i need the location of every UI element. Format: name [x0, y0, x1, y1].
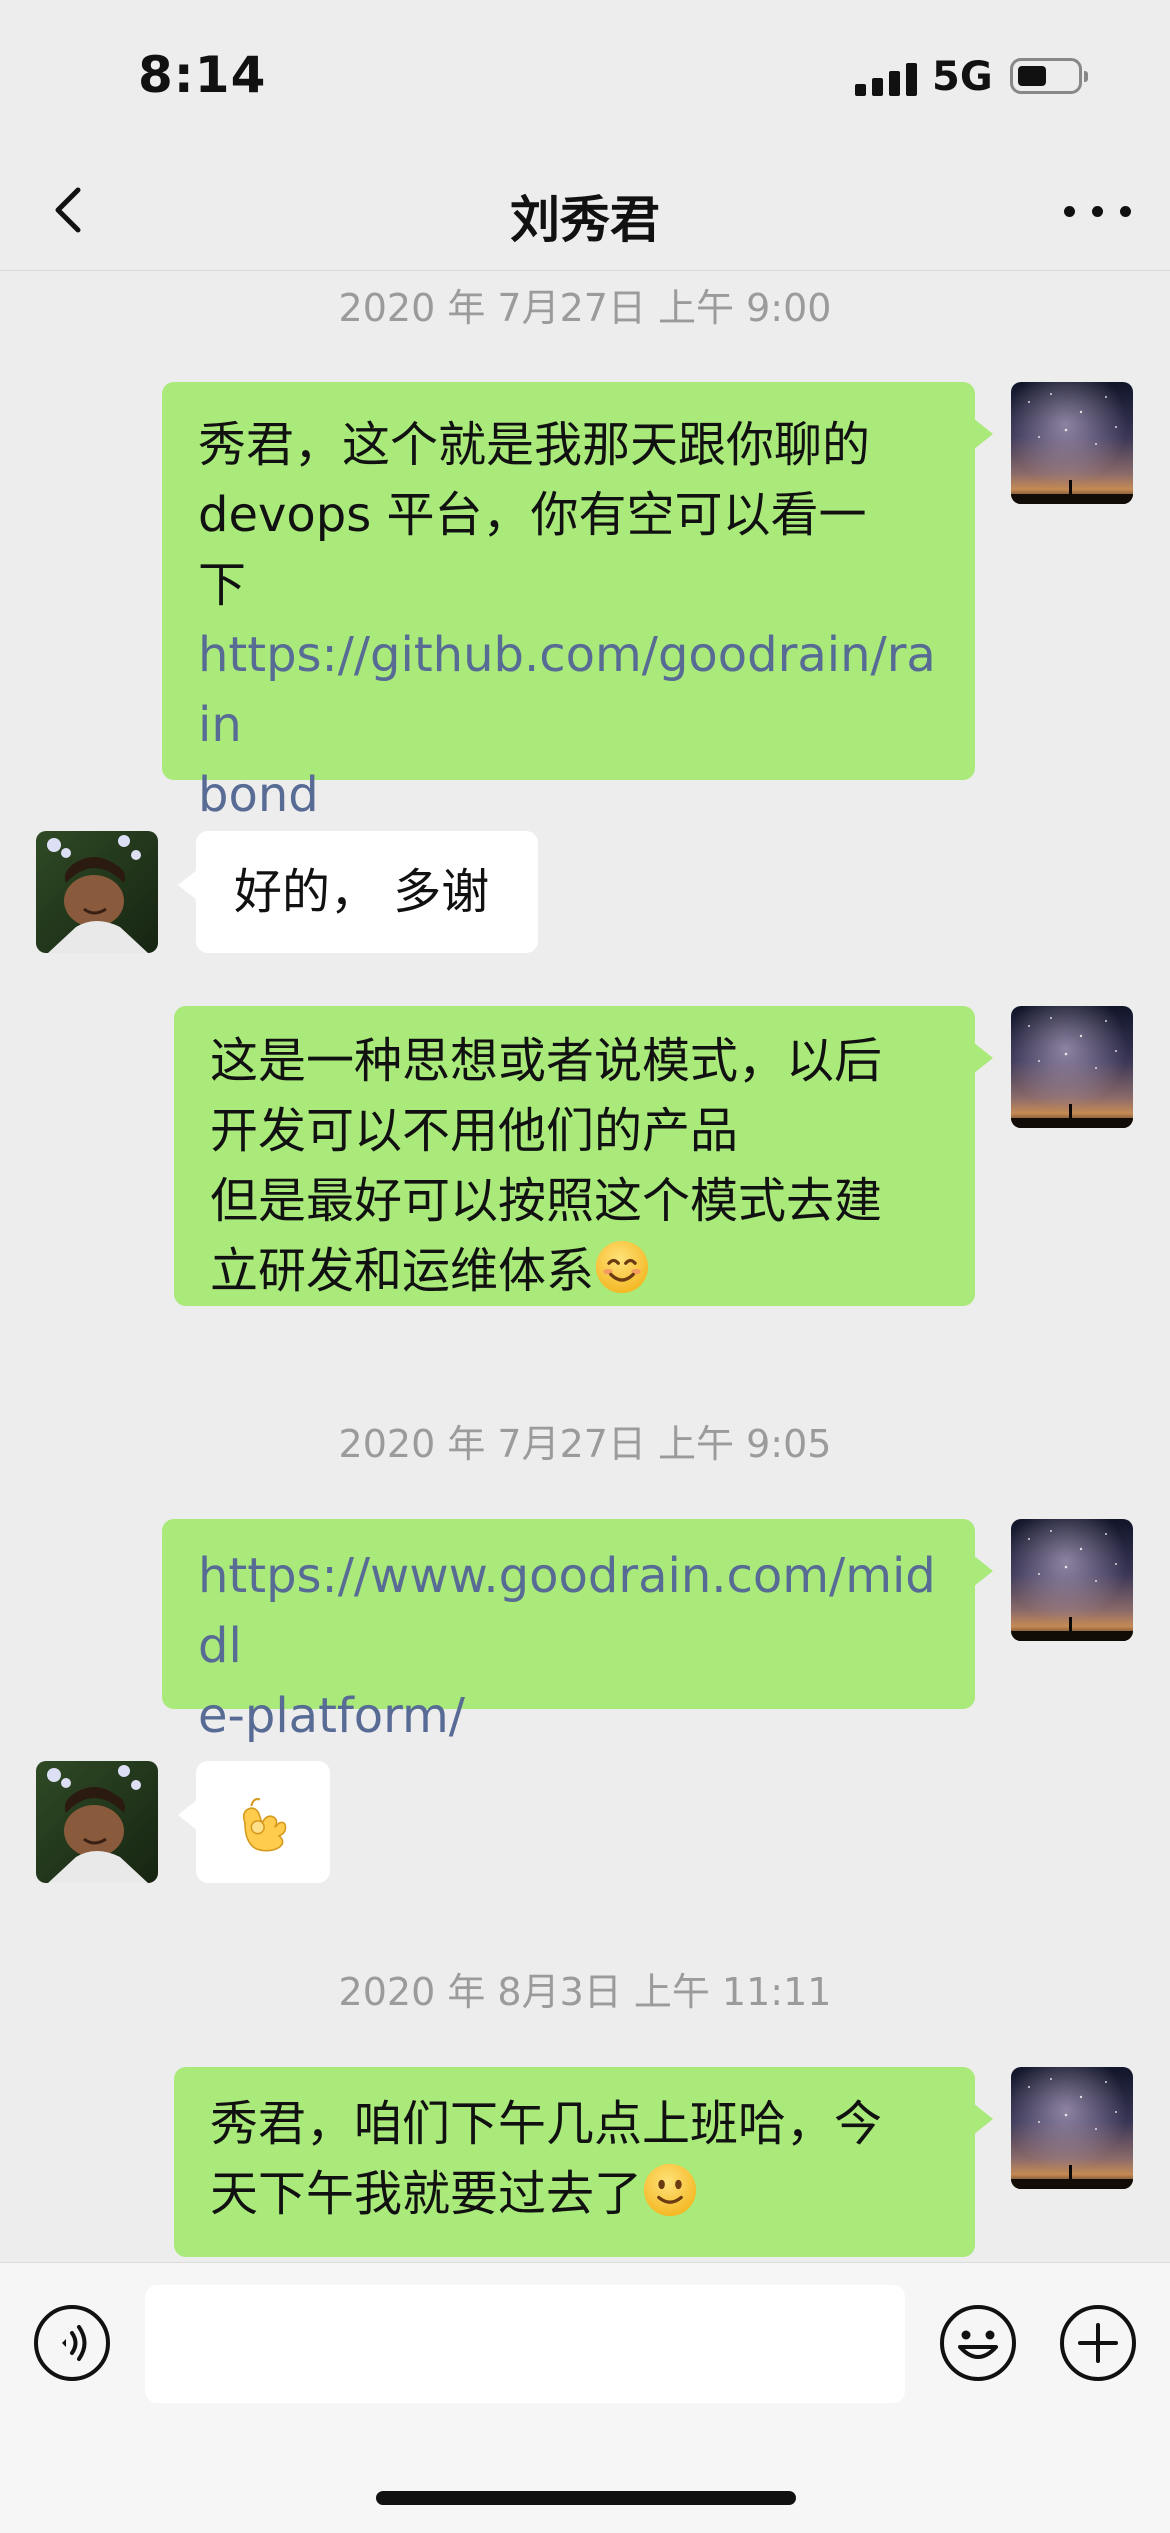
message-text-line: 秀君，咱们下午几点上班哈，今: [210, 2096, 883, 2152]
message-link[interactable]: bond: [198, 760, 937, 830]
plus-icon: [1060, 2305, 1136, 2381]
avatar[interactable]: [1011, 2067, 1133, 2189]
emoji-button[interactable]: [938, 2303, 1018, 2383]
timestamp: 2020 年 7月27日 上午 9:05: [338, 1422, 832, 1466]
message-text-line: devops 平台，你有空可以看一: [198, 487, 867, 543]
signal-icon: [855, 62, 917, 96]
voice-icon: [34, 2305, 110, 2381]
message-input[interactable]: [145, 2285, 905, 2403]
message-text-line: 天下午我就要过去了: [210, 2166, 643, 2222]
chat-history[interactable]: 2020 年 7月27日 上午 9:00 秀君，这个就是我那天跟你聊的 devo…: [0, 271, 1170, 2261]
message-link[interactable]: https://www.goodrain.com/middl: [198, 1541, 937, 1681]
message-text-line: 开发可以不用他们的产品: [210, 1103, 739, 1159]
ok-hand-emoji: [242, 1798, 287, 1852]
more-button[interactable]: [1058, 180, 1138, 240]
input-bar: [0, 2262, 1170, 2533]
message-bubble[interactable]: 这是一种思想或者说模式，以后 开发可以不用他们的产品 但是最好可以按照这个模式去…: [174, 1006, 993, 1306]
message-bubble[interactable]: 秀君，这个就是我那天跟你聊的 devops 平台，你有空可以看一 下 https…: [162, 382, 993, 823]
message-bubble[interactable]: 好的， 多谢: [178, 831, 538, 953]
avatar[interactable]: [36, 1761, 158, 1883]
message-text-line: 秀君，这个就是我那天跟你聊的: [198, 417, 871, 473]
timestamp: 2020 年 8月3日 上午 11:11: [338, 1970, 832, 2014]
add-button[interactable]: [1058, 2303, 1138, 2383]
avatar[interactable]: [1011, 1006, 1133, 1128]
message-text-line: 但是最好可以按照这个模式去建: [210, 1173, 883, 1229]
message-bubble[interactable]: 秀君，咱们下午几点上班哈，今 天下午我就要过去了: [174, 2067, 993, 2257]
message-text-line: 下: [198, 557, 247, 613]
chat-title: 刘秀君: [510, 191, 660, 249]
status-time: 8:14: [138, 46, 267, 104]
message-bubble[interactable]: [178, 1761, 330, 1883]
avatar[interactable]: [36, 831, 158, 953]
battery-icon: [1010, 58, 1088, 94]
message-link[interactable]: e-platform/: [198, 1681, 937, 1751]
message-text-line: 这是一种思想或者说模式，以后: [210, 1033, 883, 1089]
slightly-smiling-face-emoji: [643, 2163, 697, 2217]
avatar[interactable]: [1011, 382, 1133, 504]
message-text-line: 立研发和运维体系: [210, 1243, 595, 1299]
nav-bar: 刘秀君: [0, 150, 1170, 271]
smiling-face-emoji: [595, 1240, 649, 1294]
battery-level: [1018, 66, 1046, 86]
message-bubble[interactable]: https://www.goodrain.com/middl e-platfor…: [162, 1519, 993, 1744]
avatar[interactable]: [1011, 1519, 1133, 1641]
emoji-icon: [940, 2305, 1016, 2381]
voice-button[interactable]: [32, 2303, 112, 2383]
home-indicator: [376, 2491, 796, 2505]
timestamp: 2020 年 7月27日 上午 9:00: [338, 286, 832, 330]
status-bar: 8:14 5G: [0, 0, 1170, 150]
message-link[interactable]: https://github.com/goodrain/rain: [198, 620, 937, 760]
network-label: 5G: [932, 54, 993, 100]
message-text: 好的， 多谢: [234, 864, 490, 920]
